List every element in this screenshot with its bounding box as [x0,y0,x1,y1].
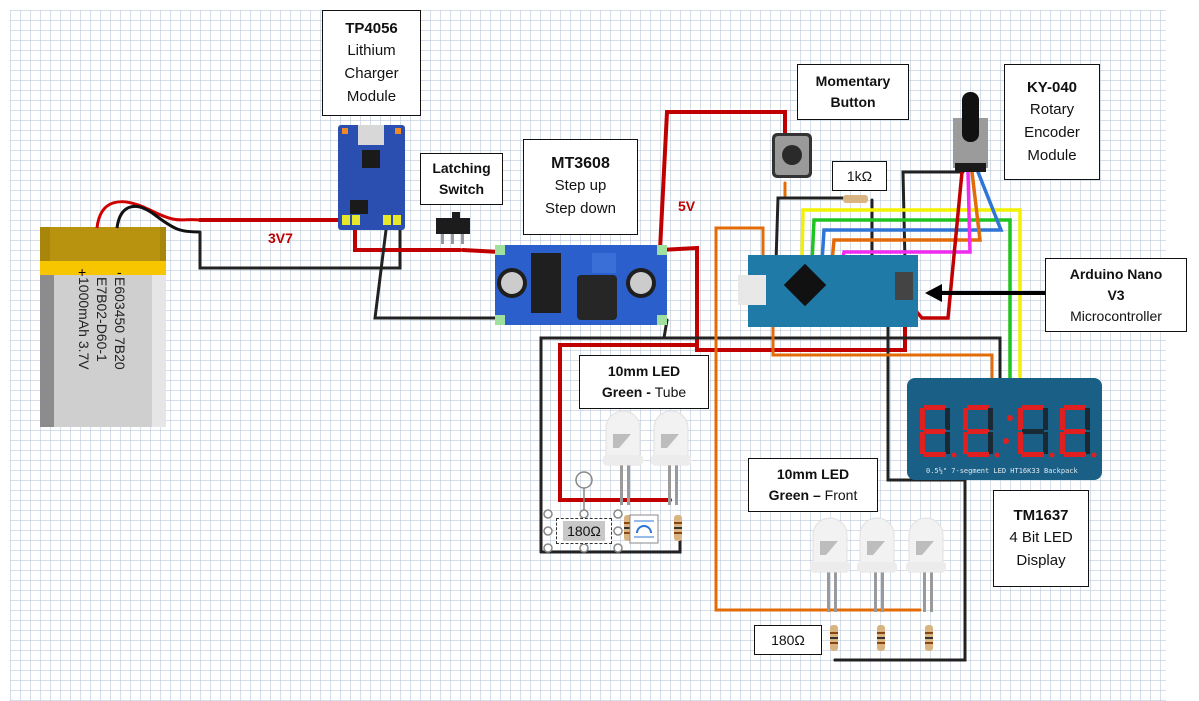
label-tp4056-line: Lithium [347,41,396,59]
wire-label-3v7: 3V7 [268,230,293,246]
label-arduino-title: Arduino Nano [1069,266,1163,282]
led [603,410,643,505]
label-res-180-front-text: 180Ω [771,632,805,648]
label-latching-title: Latching [432,160,491,176]
wire-label-5v: 5V [678,198,696,214]
ky040-encoder[interactable] [953,92,988,172]
label-mt3608-line: Step up [554,177,607,194]
label-ky040-line: Encoder [1024,123,1080,141]
label-led-front: 10mm LED Green – Front [748,458,878,512]
label-tp4056-title: TP4056 [345,19,398,37]
arrow-to-nano [925,284,1045,302]
label-momentary-title: Momentary [815,73,891,89]
arduino-nano[interactable] [738,255,918,327]
tp4056-module[interactable] [338,125,405,230]
display-caption: 0.5½" 7-segment LED HT16K33 Backpack [926,467,1078,475]
led [906,517,946,612]
label-momentary-title2: Button [830,94,876,110]
label-led-tube: 10mm LED Green - Tube [579,355,709,409]
label-tm1637: TM1637 4 Bit LED Display [993,490,1089,587]
label-mt3608: MT3608 Step up Step down [523,139,638,235]
label-ky040: KY-040 Rotary Encoder Module [1004,64,1100,180]
resistor [830,625,838,651]
battery-label: E603450 7B20 E7B02-D60-1 1000mAh 3.7V [68,265,148,415]
latching-switch[interactable] [436,212,470,244]
label-led-front-rest: Front [824,487,858,503]
label-res-1k: 1kΩ [832,161,887,191]
label-ky040-title: KY-040 [1026,78,1078,96]
label-led-tube-title: 10mm LED [607,363,681,379]
label-ky040-line: Rotary [1029,100,1075,118]
label-res-180-tube[interactable]: 180Ω [556,518,612,544]
label-tp4056-line: Module [346,87,397,105]
label-tm1637-line: 4 Bit LED [1009,528,1073,546]
led [810,517,850,612]
resistor [877,625,885,651]
label-led-tube-bold: Green - [601,384,655,400]
label-mt3608-title: MT3608 [551,155,610,172]
label-mt3608-line: Step down [545,200,616,217]
battery-line: 1000mAh 3.7V [76,277,92,370]
label-led-front-bold: Green – [768,487,825,503]
colon-dot [1007,415,1013,421]
label-tm1637-line: Display [1016,551,1066,569]
label-latching-switch: Latching Switch [420,153,503,205]
label-arduino: Arduino Nano V3 Microcontroller [1045,258,1187,332]
colon-dot [1003,438,1009,444]
label-res-1k-text: 1kΩ [846,168,873,184]
label-res-180-tube-text: 180Ω [563,521,605,541]
label-latching-title2: Switch [438,181,485,197]
tm1637-display[interactable] [907,378,1102,480]
label-ky040-line: Module [1027,146,1077,164]
label-tm1637-title: TM1637 [1013,506,1069,524]
resistor [925,625,933,651]
label-led-front-title: 10mm LED [776,466,850,482]
battery-line: E603450 7B20 [112,277,128,370]
battery-line: E7B02-D60-1 [94,277,110,362]
mt3608-module[interactable] [495,245,667,325]
label-res-180-front: 180Ω [754,625,822,655]
label-arduino-sub: Microcontroller [1070,308,1162,324]
label-led-tube-rest: Tube [654,384,687,400]
layout-options-icon[interactable] [629,514,659,544]
label-momentary-button: Momentary Button [797,64,909,120]
momentary-button-component[interactable] [772,133,812,178]
resistor [674,515,682,541]
led [857,517,897,612]
led [651,410,691,505]
resistor-1k[interactable] [843,195,868,203]
label-tp4056: TP4056 Lithium Charger Module [322,10,421,116]
label-tp4056-line: Charger [344,64,399,82]
label-arduino-title2: V3 [1107,287,1125,303]
